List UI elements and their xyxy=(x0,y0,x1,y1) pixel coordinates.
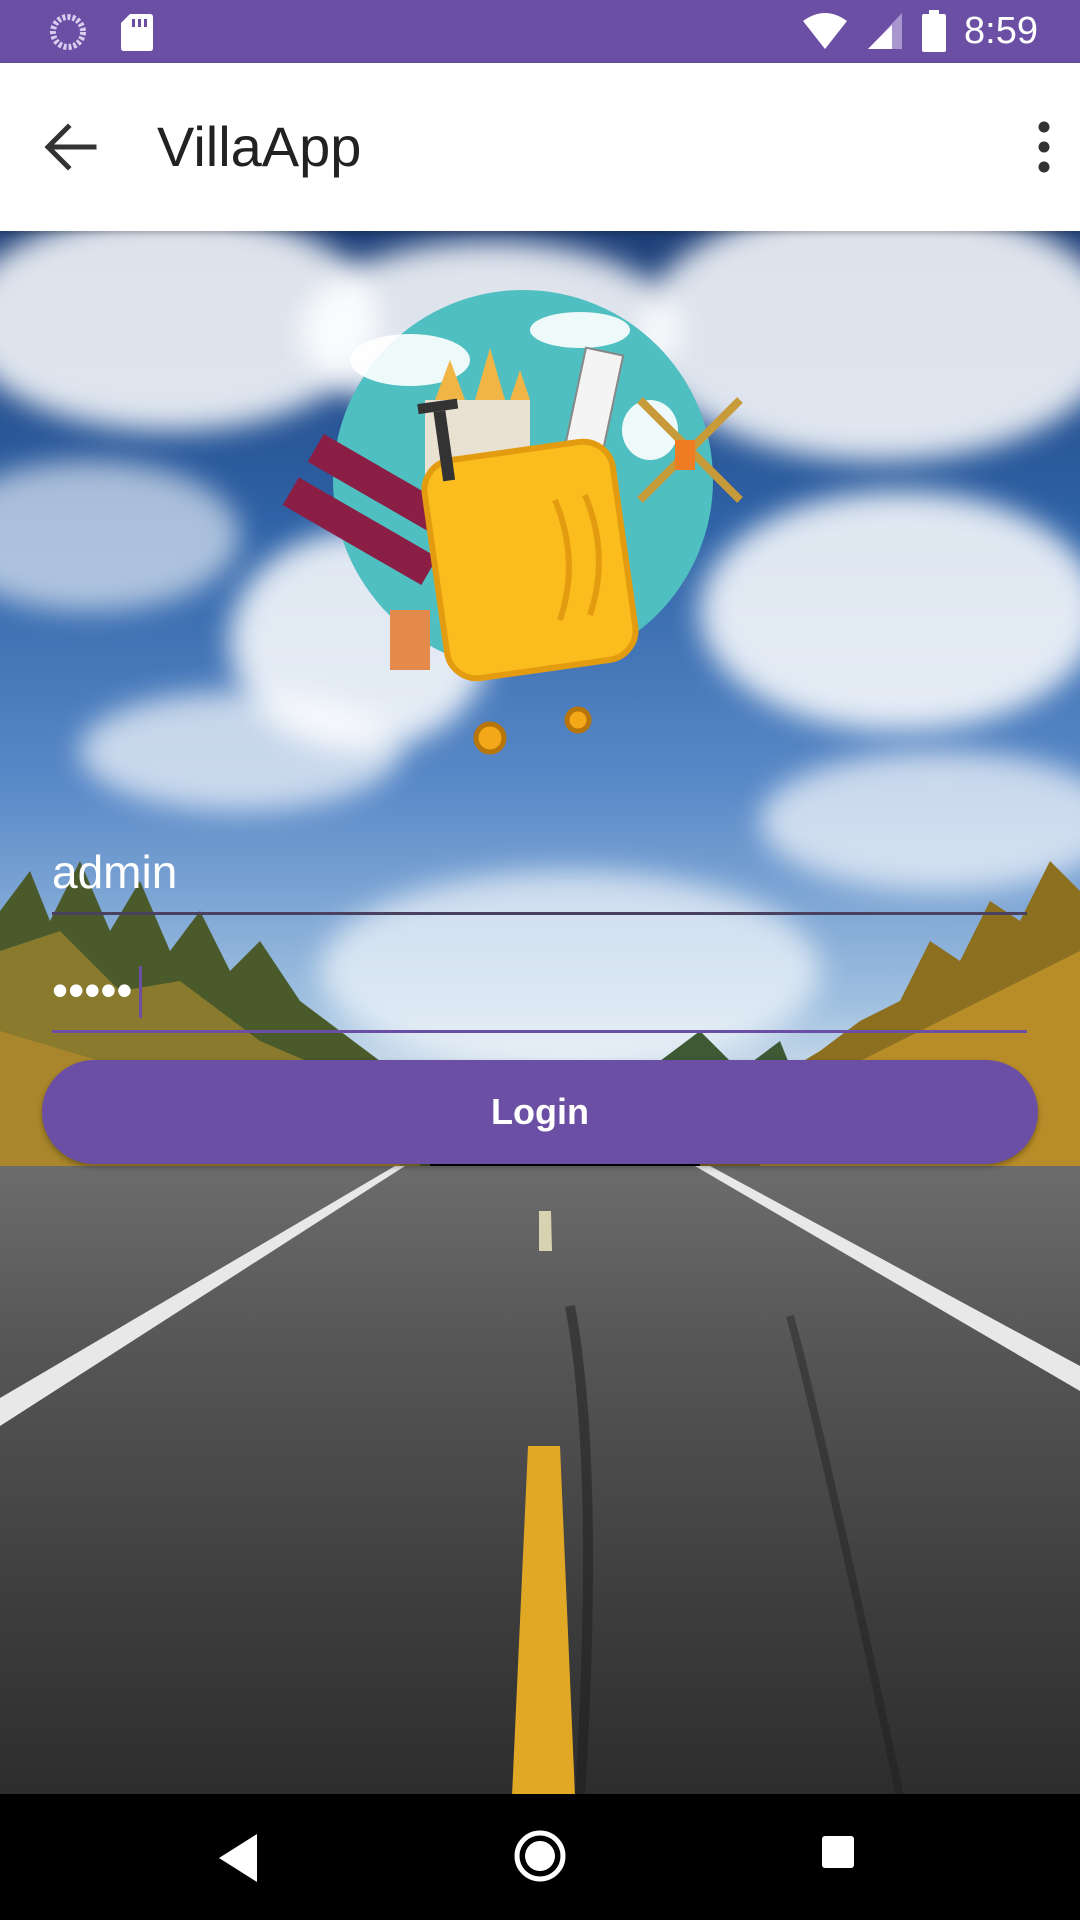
nav-recents-icon[interactable] xyxy=(820,1834,856,1870)
system-nav-bar xyxy=(0,1794,1080,1920)
status-bar: 8:59 xyxy=(0,0,1080,63)
road-markings xyxy=(0,1166,1080,1794)
password-field[interactable]: ••••• xyxy=(52,944,1027,1033)
wifi-icon xyxy=(803,13,848,49)
username-field[interactable]: admin xyxy=(52,826,1027,915)
status-right-icons: 8:59 xyxy=(802,8,1038,54)
more-vert-icon xyxy=(1038,121,1050,173)
app-bar: VillaApp xyxy=(0,63,1080,231)
arrow-back-icon xyxy=(44,123,97,171)
status-time: 8:59 xyxy=(964,10,1038,52)
username-value: admin xyxy=(52,846,178,898)
text-cursor xyxy=(138,966,142,1018)
overflow-menu-button[interactable] xyxy=(1002,113,1062,181)
travel-logo xyxy=(282,290,743,755)
app-title: VillaApp xyxy=(157,115,362,178)
login-button[interactable]: Login xyxy=(42,1060,1038,1164)
sync-icon xyxy=(50,14,86,50)
status-left-icons xyxy=(48,12,154,52)
sd-card-icon xyxy=(121,14,153,51)
password-value: ••••• xyxy=(52,962,142,1018)
signal-icon xyxy=(868,13,903,49)
back-button[interactable] xyxy=(38,115,102,179)
password-dots: ••••• xyxy=(52,964,133,1016)
nav-back-icon[interactable] xyxy=(215,1832,265,1884)
battery-icon xyxy=(922,10,947,52)
nav-home-icon[interactable] xyxy=(512,1828,568,1884)
